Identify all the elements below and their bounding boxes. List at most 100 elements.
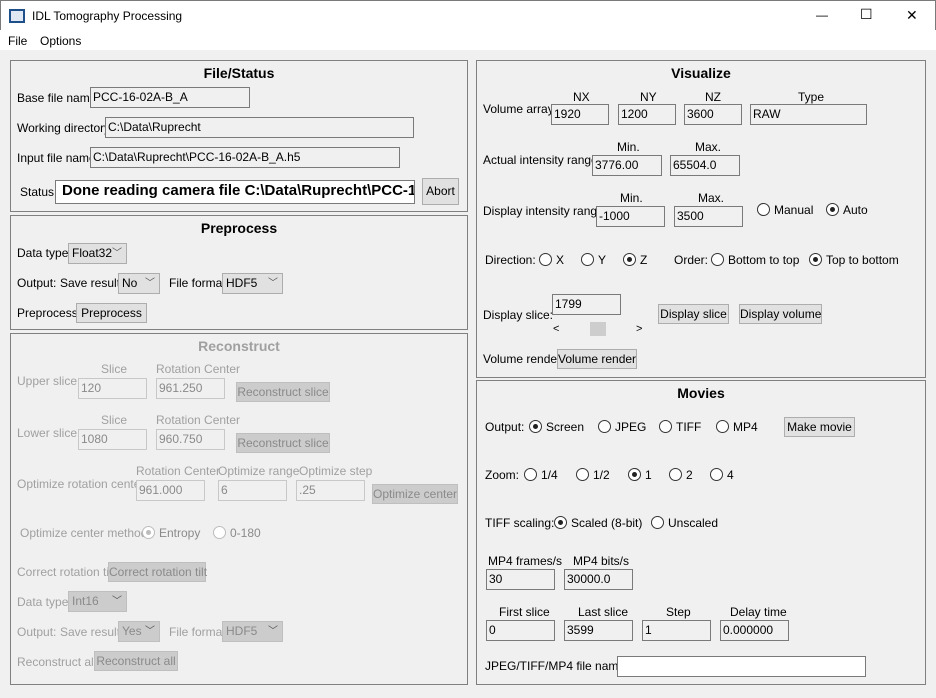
- actual-range-label: Actual intensity range:: [483, 153, 602, 167]
- radio-label: X: [556, 253, 565, 267]
- scaled-radio[interactable]: Scaled (8-bit): [554, 516, 642, 530]
- radio-label: 1/4: [541, 468, 558, 482]
- selected-value: Yes: [122, 624, 142, 638]
- display-min-input[interactable]: -1000: [596, 206, 665, 227]
- lower-rotation-center-input[interactable]: 960.750: [156, 429, 225, 450]
- radio-circle: [809, 253, 822, 266]
- volume-render-button[interactable]: Volume render: [557, 349, 637, 369]
- step-input[interactable]: 1: [642, 620, 711, 641]
- radio-circle: [539, 253, 552, 266]
- upper-slice-input[interactable]: 120: [78, 378, 147, 399]
- zoom-1-4-radio[interactable]: 1/4: [524, 468, 558, 482]
- entropy-radio[interactable]: Entropy: [142, 526, 200, 540]
- first-slice-input[interactable]: 0: [486, 620, 555, 641]
- optimize-range-input[interactable]: 6: [218, 480, 287, 501]
- selected-value: Int16: [72, 594, 99, 608]
- status-field: Done reading camera file C:\Data\Ruprech…: [55, 180, 415, 204]
- abort-button[interactable]: Abort: [422, 178, 459, 205]
- scroll-thumb[interactable]: [590, 322, 606, 336]
- make-movie-button[interactable]: Make movie: [784, 417, 855, 437]
- type-field[interactable]: RAW: [750, 104, 867, 125]
- recon-save-result-select[interactable]: Yes ﹀: [118, 621, 160, 642]
- manual-radio[interactable]: Manual: [757, 203, 813, 217]
- scroll-left-icon[interactable]: <: [553, 322, 559, 336]
- output-tiff-radio[interactable]: TIFF: [659, 420, 701, 434]
- zoom-1-radio[interactable]: 1: [628, 468, 652, 482]
- radio-label: Bottom to top: [728, 253, 800, 267]
- panel-title: Visualize: [671, 65, 731, 81]
- direction-x-radio[interactable]: X: [539, 253, 564, 267]
- mp4-fps-input[interactable]: 30: [486, 569, 555, 590]
- minimize-button[interactable]: —: [816, 8, 828, 22]
- top-to-bottom-radio[interactable]: Top to bottom: [809, 253, 899, 267]
- 0-180-radio[interactable]: 0-180: [213, 526, 261, 540]
- bottom-to-top-radio[interactable]: Bottom to top: [711, 253, 799, 267]
- file-format-label: File format:: [169, 276, 230, 290]
- direction-z-radio[interactable]: Z: [623, 253, 647, 267]
- display-volume-button[interactable]: Display volume: [739, 304, 822, 324]
- maximize-button[interactable]: ☐: [860, 7, 873, 21]
- data-type-select[interactable]: Float32 ﹀: [68, 243, 127, 264]
- working-dir-input[interactable]: C:\Data\Ruprecht: [105, 117, 414, 138]
- zoom-1-2-radio[interactable]: 1/2: [576, 468, 610, 482]
- input-file-input[interactable]: C:\Data\Ruprecht\PCC-16-02A-B_A.h5: [90, 147, 400, 168]
- direction-y-radio[interactable]: Y: [581, 253, 606, 267]
- slice-scrollbar[interactable]: < >: [552, 321, 644, 337]
- unscaled-radio[interactable]: Unscaled: [651, 516, 718, 530]
- lower-slice-input[interactable]: 1080: [78, 429, 147, 450]
- recon-file-format-select[interactable]: HDF5 ﹀: [222, 621, 283, 642]
- output-mp4-radio[interactable]: MP4: [716, 420, 758, 434]
- radio-circle: [757, 203, 770, 216]
- auto-radio[interactable]: Auto: [826, 203, 868, 217]
- file-format-select[interactable]: HDF5 ﹀: [222, 273, 283, 294]
- display-slice-input[interactable]: 1799: [552, 294, 621, 315]
- close-button[interactable]: ✕: [906, 8, 918, 22]
- reconstruct-lower-slice-button[interactable]: Reconstruct slice: [236, 433, 330, 453]
- optimize-center-button[interactable]: Optimize center: [372, 484, 458, 504]
- nx-field[interactable]: 1920: [551, 104, 609, 125]
- radio-label: JPEG: [615, 420, 647, 434]
- optimize-rotation-center-input[interactable]: 961.000: [136, 480, 205, 501]
- output-label: Output:: [17, 625, 57, 639]
- zoom-4-radio[interactable]: 4: [710, 468, 734, 482]
- output-screen-radio[interactable]: Screen: [529, 420, 584, 434]
- mp4-bits-input[interactable]: 30000.0: [564, 569, 633, 590]
- recon-data-type-select[interactable]: Int16 ﹀: [68, 591, 127, 612]
- panel-title: Preprocess: [200, 220, 278, 236]
- nz-field[interactable]: 3600: [684, 104, 742, 125]
- panel-title: Movies: [677, 385, 725, 401]
- scroll-right-icon[interactable]: >: [636, 322, 642, 336]
- zoom-2-radio[interactable]: 2: [669, 468, 693, 482]
- radio-circle: [623, 253, 636, 266]
- radio-label: Entropy: [159, 526, 201, 540]
- step-header: Step: [666, 605, 691, 619]
- radio-circle: [669, 468, 682, 481]
- actual-min-field[interactable]: 3776.00: [592, 155, 662, 176]
- output-jpeg-radio[interactable]: JPEG: [598, 420, 646, 434]
- max-header: Max.: [698, 191, 725, 205]
- last-slice-input[interactable]: 3599: [564, 620, 633, 641]
- chevron-down-icon: ﹀: [268, 278, 278, 289]
- movie-file-name-input[interactable]: [617, 656, 866, 677]
- upper-rotation-center-input[interactable]: 961.250: [156, 378, 225, 399]
- actual-max-field[interactable]: 65504.0: [670, 155, 740, 176]
- reconstruct-all-button[interactable]: Reconstruct all: [94, 651, 178, 671]
- preprocess-label: Preprocess:: [17, 306, 82, 320]
- display-max-input[interactable]: 3500: [674, 206, 743, 227]
- delay-time-input[interactable]: 0.000000: [720, 620, 789, 641]
- optimize-step-input[interactable]: .25: [296, 480, 365, 501]
- preprocess-button[interactable]: Preprocess: [76, 303, 147, 323]
- ny-field[interactable]: 1200: [618, 104, 676, 125]
- rotation-center-header: Rotation Center: [136, 464, 221, 478]
- reconstruct-upper-slice-button[interactable]: Reconstruct slice: [236, 382, 330, 402]
- menu-file[interactable]: File: [8, 34, 27, 48]
- base-file-input[interactable]: PCC-16-02A-B_A: [90, 87, 250, 108]
- display-slice-button[interactable]: Display slice: [658, 304, 729, 324]
- menu-options[interactable]: Options: [40, 34, 81, 48]
- min-header: Min.: [617, 140, 640, 154]
- radio-label: Top to bottom: [826, 253, 899, 267]
- slice-header: Slice: [101, 413, 128, 427]
- chevron-down-icon: ﹀: [145, 626, 155, 637]
- save-result-select[interactable]: No ﹀: [118, 273, 160, 294]
- correct-rotation-tilt-button[interactable]: Correct rotation tilt: [108, 562, 207, 582]
